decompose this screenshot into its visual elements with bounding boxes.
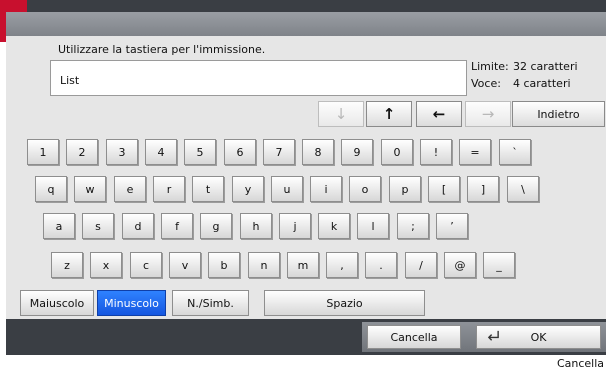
key-row1-8[interactable]: 9 bbox=[341, 139, 373, 165]
arrow-right-icon: → bbox=[481, 105, 495, 123]
key-row2-6[interactable]: u bbox=[271, 176, 303, 202]
key-row3-5[interactable]: h bbox=[240, 213, 272, 239]
key-row3-3[interactable]: f bbox=[161, 213, 193, 239]
arrow-down-button[interactable]: ↓ bbox=[318, 101, 364, 127]
key-row4-0[interactable]: z bbox=[51, 252, 83, 278]
ok-label: OK bbox=[530, 330, 547, 344]
clear-button[interactable]: Cancella bbox=[367, 325, 461, 349]
text-input-field[interactable]: List bbox=[50, 60, 467, 96]
key-row4-4[interactable]: b bbox=[208, 252, 240, 278]
key-row2-0[interactable]: q bbox=[35, 176, 67, 202]
count-value: 4 caratteri bbox=[513, 77, 571, 90]
key-row2-9[interactable]: p bbox=[389, 176, 421, 202]
key-row1-2[interactable]: 3 bbox=[106, 139, 138, 165]
limit-label: Limite: bbox=[471, 60, 509, 73]
arrow-up-icon: ↑ bbox=[382, 105, 396, 123]
key-row4-3[interactable]: v bbox=[169, 252, 201, 278]
key-row2-2[interactable]: e bbox=[114, 176, 146, 202]
key-row3-4[interactable]: g bbox=[200, 213, 232, 239]
key-row3-7[interactable]: k bbox=[318, 213, 350, 239]
key-row2-7[interactable]: i bbox=[310, 176, 342, 202]
key-row3-9[interactable]: ; bbox=[397, 213, 429, 239]
space-button[interactable]: Spazio bbox=[264, 290, 425, 316]
key-row4-7[interactable]: , bbox=[326, 252, 358, 278]
key-row1-5[interactable]: 6 bbox=[224, 139, 256, 165]
key-row3-1[interactable]: s bbox=[82, 213, 114, 239]
key-row1-9[interactable]: 0 bbox=[381, 139, 413, 165]
key-row2-3[interactable]: r bbox=[153, 176, 185, 202]
key-row1-7[interactable]: 8 bbox=[302, 139, 334, 165]
key-row2-12[interactable]: \ bbox=[507, 176, 539, 202]
enter-icon bbox=[487, 330, 499, 341]
arrow-left-icon: ← bbox=[432, 105, 446, 123]
backspace-button[interactable]: Indietro bbox=[512, 101, 605, 127]
key-row2-5[interactable]: y bbox=[232, 176, 264, 202]
count-label: Voce: bbox=[471, 77, 501, 90]
key-row4-11[interactable]: _ bbox=[483, 252, 515, 278]
key-row1-11[interactable]: = bbox=[459, 139, 491, 165]
uppercase-button[interactable]: Maiuscolo bbox=[20, 290, 94, 316]
key-row2-4[interactable]: t bbox=[192, 176, 224, 202]
key-row1-1[interactable]: 2 bbox=[66, 139, 98, 165]
key-row1-0[interactable]: 1 bbox=[27, 139, 59, 165]
input-prompt: Utilizzare la tastiera per l'immissione. bbox=[58, 43, 266, 56]
callout-label: Cancella bbox=[556, 357, 604, 370]
key-row2-8[interactable]: o bbox=[349, 176, 381, 202]
key-row1-10[interactable]: ! bbox=[420, 139, 452, 165]
key-row2-1[interactable]: w bbox=[74, 176, 106, 202]
arrow-left-button[interactable]: ← bbox=[416, 101, 462, 127]
key-row1-4[interactable]: 5 bbox=[184, 139, 216, 165]
key-row1-12[interactable]: ` bbox=[499, 139, 531, 165]
key-row4-6[interactable]: m bbox=[287, 252, 319, 278]
arrow-right-button[interactable]: → bbox=[465, 101, 511, 127]
ok-button[interactable]: OK bbox=[476, 325, 601, 349]
key-row4-1[interactable]: x bbox=[90, 252, 122, 278]
key-row3-6[interactable]: j bbox=[279, 213, 311, 239]
arrow-down-icon: ↓ bbox=[334, 105, 348, 123]
key-row4-8[interactable]: . bbox=[365, 252, 397, 278]
limit-value: 32 caratteri bbox=[513, 60, 578, 73]
key-row1-6[interactable]: 7 bbox=[263, 139, 295, 165]
key-row2-11[interactable]: ] bbox=[467, 176, 499, 202]
count-info: Voce: 4 caratteri bbox=[471, 77, 571, 90]
key-row3-10[interactable]: ’ bbox=[436, 213, 468, 239]
top-status-bar bbox=[0, 0, 606, 12]
lowercase-button[interactable]: Minuscolo bbox=[97, 290, 166, 316]
title-bar bbox=[6, 12, 606, 36]
key-row3-0[interactable]: a bbox=[43, 213, 75, 239]
key-row4-2[interactable]: c bbox=[130, 252, 162, 278]
limit-info: Limite: 32 caratteri bbox=[471, 60, 578, 73]
key-row2-10[interactable]: [ bbox=[428, 176, 460, 202]
key-row3-2[interactable]: d bbox=[122, 213, 154, 239]
key-row4-5[interactable]: n bbox=[248, 252, 280, 278]
arrow-up-button[interactable]: ↑ bbox=[366, 101, 412, 127]
key-row4-10[interactable]: @ bbox=[444, 252, 476, 278]
key-row3-8[interactable]: l bbox=[357, 213, 389, 239]
key-row1-3[interactable]: 4 bbox=[145, 139, 177, 165]
key-row4-9[interactable]: / bbox=[405, 252, 437, 278]
text-input-value: List bbox=[60, 74, 80, 87]
symbols-button[interactable]: N./Simb. bbox=[172, 290, 249, 316]
